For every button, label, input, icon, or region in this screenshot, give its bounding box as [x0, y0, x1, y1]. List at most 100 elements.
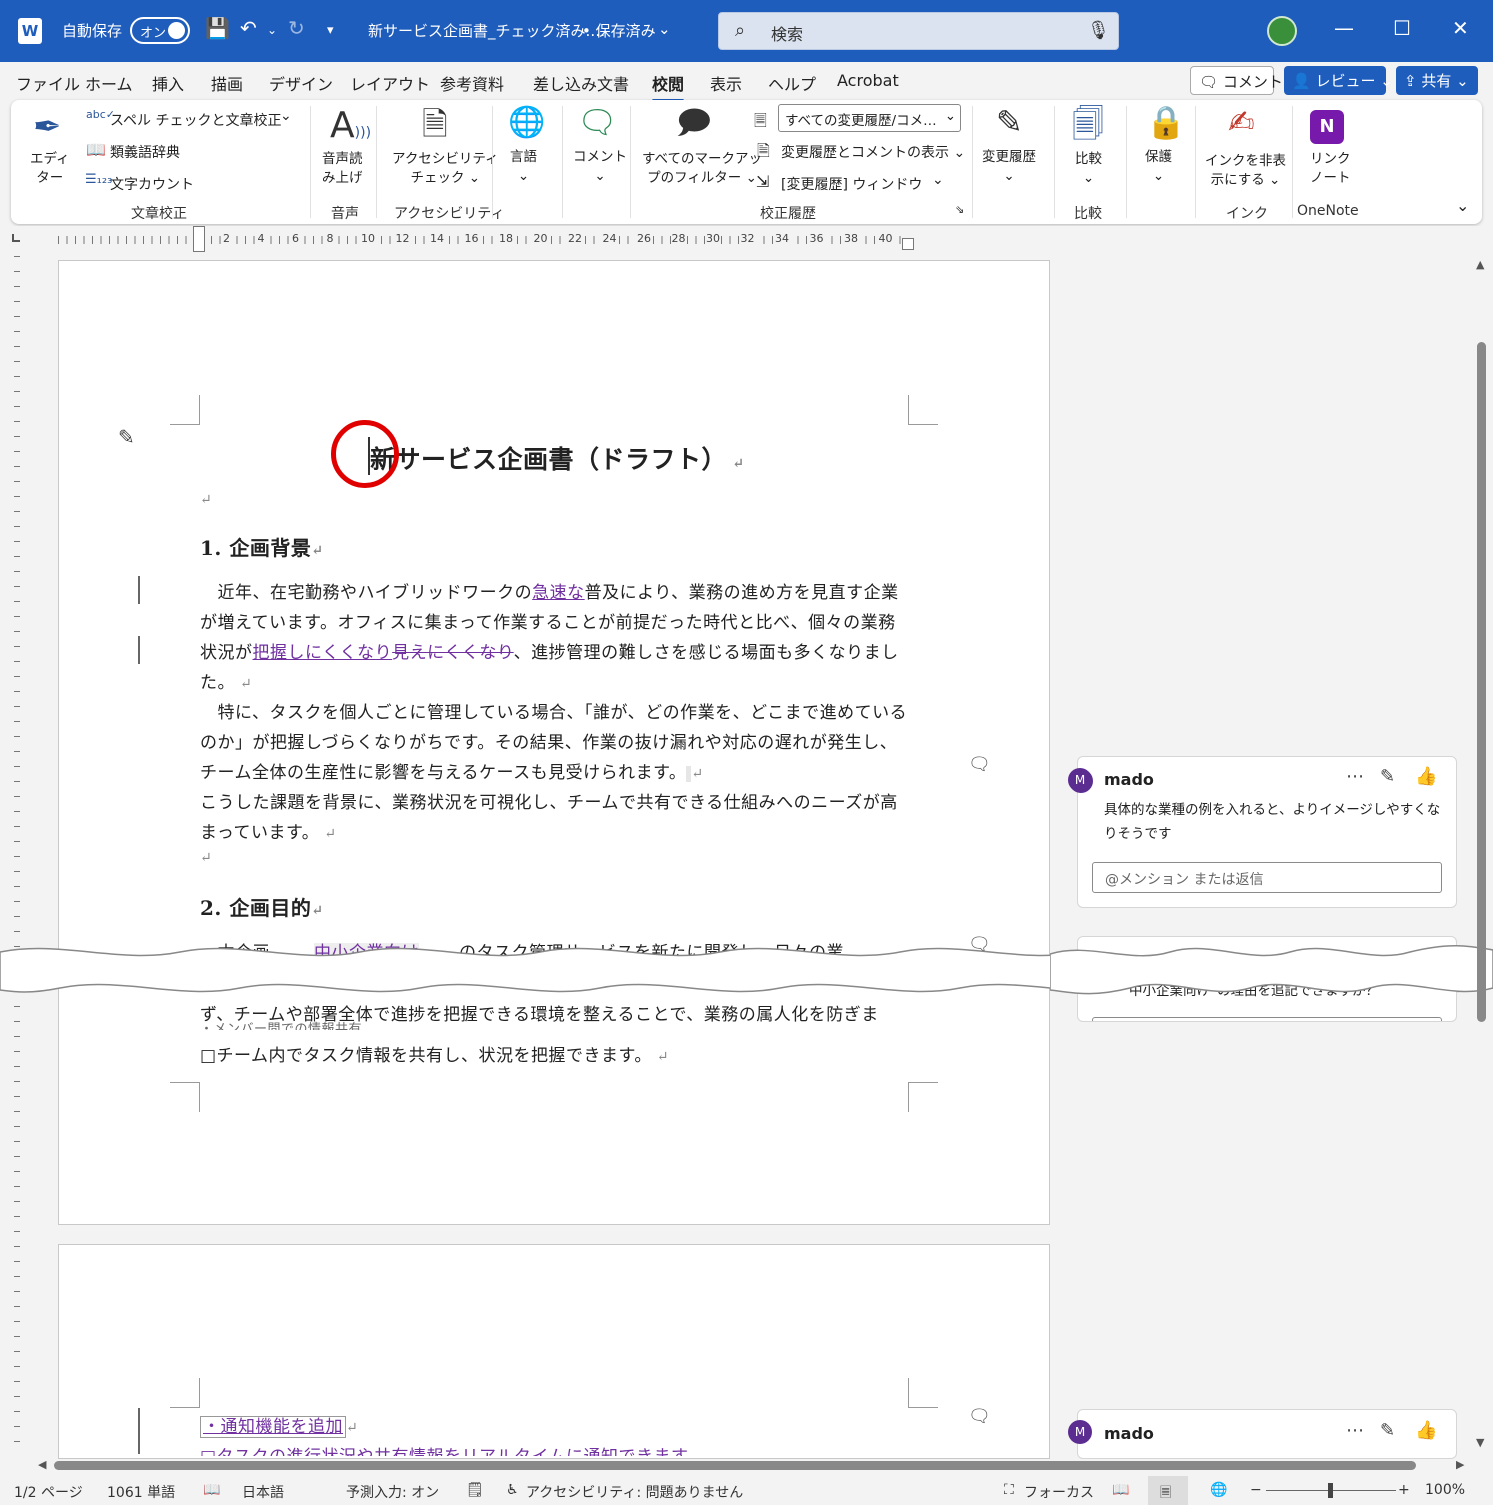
show-markup-button[interactable]: 変更履歴とコメントの表示 ⌄ — [781, 142, 965, 162]
protect-button[interactable]: 保護 ⌄ — [1145, 148, 1172, 186]
tracking-dialog-launcher-icon[interactable]: ⇘ — [955, 203, 964, 216]
accessibility-status[interactable]: アクセシビリティ: 問題ありません — [526, 1482, 743, 1502]
text-predictions-status[interactable]: 予測入力: オン — [346, 1482, 439, 1502]
spellcheck-button[interactable]: スペル チェックと文章校正 — [110, 110, 281, 130]
tab-acrobat[interactable]: Acrobat — [837, 71, 899, 90]
page2-line-1[interactable]: ・通知機能を追加 ↵ — [200, 1412, 358, 1438]
page2-line-2[interactable]: □タスクの進行状況や共有情報をリアルタイムに通知できます。 — [200, 1442, 704, 1456]
minimize-icon[interactable]: — — [1334, 18, 1354, 38]
zoom-slider[interactable] — [1266, 1483, 1396, 1498]
accessibility-icon[interactable]: 🗎 — [422, 108, 448, 140]
spellcheck-dropdown-icon[interactable]: ⌄ — [280, 108, 292, 124]
insertion-revision[interactable]: 把握しにくくなり — [253, 643, 393, 663]
heading-2[interactable]: 2. 企画目的↵ — [200, 892, 324, 921]
onenote-icon[interactable]: N — [1310, 110, 1344, 144]
ruler-tab-selector[interactable] — [12, 234, 20, 242]
paragraph-4-line-4[interactable]: ・メンバー間での情報共有 — [200, 1018, 362, 1030]
page-count[interactable]: 1/2 ページ — [14, 1482, 83, 1502]
editor-icon[interactable]: ✒ — [33, 110, 62, 144]
document-title[interactable]: 新サービス企画書_チェック済み.… — [368, 20, 605, 41]
compare-icon[interactable]: 🗐 — [1072, 108, 1104, 140]
search-box[interactable]: ⌕ 検索 🎙 — [718, 12, 1119, 50]
tab-design[interactable]: デザイン — [269, 71, 333, 95]
track-changes-icon[interactable]: ✎ — [996, 106, 1023, 138]
comment-marker-icon[interactable]: 🗨 — [968, 1406, 991, 1427]
insertion-revision[interactable]: □タスクの進行状況や共有情報をリアルタイムに通知できます。 — [200, 1447, 704, 1456]
more-options-icon[interactable]: ⋯ — [1346, 766, 1364, 787]
save-state[interactable]: • 保存済み — [582, 20, 656, 41]
editor-button[interactable]: エディ ター — [30, 150, 70, 188]
scroll-left-icon[interactable]: ◀ — [38, 1458, 46, 1471]
paragraph-5[interactable]: □チーム内でタスク情報を共有し、状況を把握できます。 ↵ — [200, 1041, 669, 1066]
wordcount-button[interactable]: 文字カウント — [110, 174, 194, 194]
tab-help[interactable]: ヘルプ — [768, 71, 816, 95]
read-mode-icon[interactable]: 📖 — [1112, 1482, 1129, 1498]
read-aloud-button[interactable]: 音声読 み上げ — [322, 150, 363, 188]
customize-qat-icon[interactable]: ▾ — [327, 24, 334, 37]
title-dropdown-icon[interactable]: ⌄ — [658, 20, 671, 38]
microphone-icon[interactable]: 🎙 — [1087, 20, 1110, 41]
like-icon[interactable]: 👍 — [1415, 766, 1437, 787]
reviewing-pane-button[interactable]: [変更履歴] ウィンドウ — [781, 174, 922, 194]
markup-filter-icon[interactable]: 🗩 — [676, 106, 712, 138]
language-button[interactable]: 言語 ⌄ — [510, 148, 537, 186]
scrollbar-thumb[interactable] — [1477, 342, 1486, 1022]
deletion-revision[interactable]: 見えにくくなり — [392, 643, 513, 663]
linked-notes-button[interactable]: リンク ノート — [1310, 150, 1351, 188]
paragraph-2-line-3[interactable]: チーム全体の生産性に影響を与えるケースも見受けられます。 ↵ — [200, 758, 704, 783]
comment-reply-input[interactable] — [1092, 1017, 1442, 1021]
compare-button[interactable]: 比較 ⌄ — [1075, 150, 1102, 188]
undo-icon[interactable]: ↶ — [240, 18, 257, 38]
web-layout-icon[interactable]: 🌐 — [1210, 1482, 1227, 1498]
comment-button[interactable]: コメント ⌄ — [573, 148, 627, 186]
autosave-toggle[interactable]: オン — [130, 17, 190, 44]
language-icon[interactable]: 🌐 — [508, 108, 545, 138]
document-title-text[interactable]: 新サービス企画書（ドラフト） ↵ — [370, 440, 745, 476]
accessibility-check-button[interactable]: アクセシビリティ チェック ⌄ — [392, 150, 499, 188]
edit-pencil-icon[interactable]: ✎ — [1380, 1420, 1395, 1441]
vertical-scrollbar[interactable]: ▲ ▼ — [1476, 258, 1488, 1452]
comment-marker-icon[interactable]: 🗨 — [968, 754, 991, 775]
protect-icon[interactable]: 🔒 — [1146, 106, 1186, 138]
horizontal-scrollbar[interactable]: ◀ ▶ — [38, 1458, 1470, 1472]
paragraph-1-line-1[interactable]: 近年、在宅勤務やハイブリッドワークの急速な普及により、業務の進め方を見直す企業 — [200, 578, 899, 603]
markup-filter-button[interactable]: すべてのマークアッ プのフィルター ⌄ — [642, 150, 762, 188]
comment-reply-input[interactable]: @メンション または返信 — [1092, 862, 1442, 893]
like-icon[interactable]: 👍 — [1415, 1420, 1437, 1441]
zoom-out-icon[interactable]: − — [1250, 1482, 1262, 1498]
paragraph-1-line-3[interactable]: 状況が把握しにくくなり見えにくくなり、進捗管理の難しさを感じる場面も多くなりまし — [200, 638, 899, 663]
paragraph-1-line-4[interactable]: た。 ↵ — [200, 668, 252, 693]
paragraph-2-line-1[interactable]: 特に、タスクを個人ごとに管理している場合、「誰が、どの作業を、どこまで進めている — [200, 698, 907, 723]
scroll-down-icon[interactable]: ▼ — [1476, 1436, 1484, 1449]
language-status[interactable]: 日本語 — [242, 1482, 284, 1502]
share-button[interactable]: ⇪ 共有 ⌄ — [1396, 66, 1478, 95]
editor-sparkle-icon[interactable]: ✎ — [118, 425, 135, 449]
paragraph-1-line-2[interactable]: が増えています。オフィスに集まって作業することが前提だった時代と比べ、個々の業務 — [200, 608, 896, 633]
hide-ink-button[interactable]: インクを非表 示にする ⌄ — [1205, 152, 1286, 190]
zoom-level[interactable]: 100% — [1425, 1482, 1465, 1498]
read-aloud-icon[interactable]: A))) — [330, 108, 371, 144]
maximize-icon[interactable]: ☐ — [1393, 18, 1411, 38]
save-icon[interactable]: 💾 — [205, 18, 230, 38]
insertion-revision[interactable]: ・通知機能を追加 — [200, 1416, 346, 1438]
tab-insert[interactable]: 挿入 — [152, 71, 184, 95]
new-comment-icon[interactable]: 🗨 — [577, 106, 618, 138]
paragraph-2-line-2[interactable]: のか」が把握しづらくなりがちです。その結果、作業の抜け漏れや対応の遅れが発生し、 — [200, 728, 897, 753]
right-indent-marker[interactable] — [902, 238, 914, 250]
ribbon-collapse-icon[interactable]: ⌄ — [1456, 196, 1469, 215]
insertion-revision[interactable]: 急速な — [532, 583, 585, 603]
focus-mode-button[interactable]: フォーカス — [1024, 1482, 1094, 1502]
zoom-in-icon[interactable]: + — [1398, 1482, 1410, 1498]
tab-draw[interactable]: 描画 — [211, 71, 243, 95]
undo-dropdown-icon[interactable]: ⌄ — [267, 24, 277, 36]
zoom-slider-thumb[interactable] — [1328, 1483, 1333, 1498]
track-changes-status-icon[interactable]: 🗒 — [466, 1482, 484, 1498]
paragraph-3-line-1[interactable]: こうした課題を背景に、業務状況を可視化し、チームで共有できる仕組みへのニーズが高 — [200, 788, 898, 813]
tab-file[interactable]: ファイル — [16, 71, 80, 95]
reviewing-pane-dropdown-icon[interactable]: ⌄ — [932, 172, 944, 188]
vertical-ruler[interactable] — [8, 256, 28, 1456]
tab-view[interactable]: 表示 — [710, 71, 742, 95]
scroll-right-icon[interactable]: ▶ — [1456, 1458, 1464, 1471]
horizontal-ruler[interactable]: 2 4 6 8 10 12 14 16 18 20 22 24 26 28 30 32 34 36 38 40 — [0, 226, 1493, 254]
scroll-up-icon[interactable]: ▲ — [1476, 258, 1484, 271]
